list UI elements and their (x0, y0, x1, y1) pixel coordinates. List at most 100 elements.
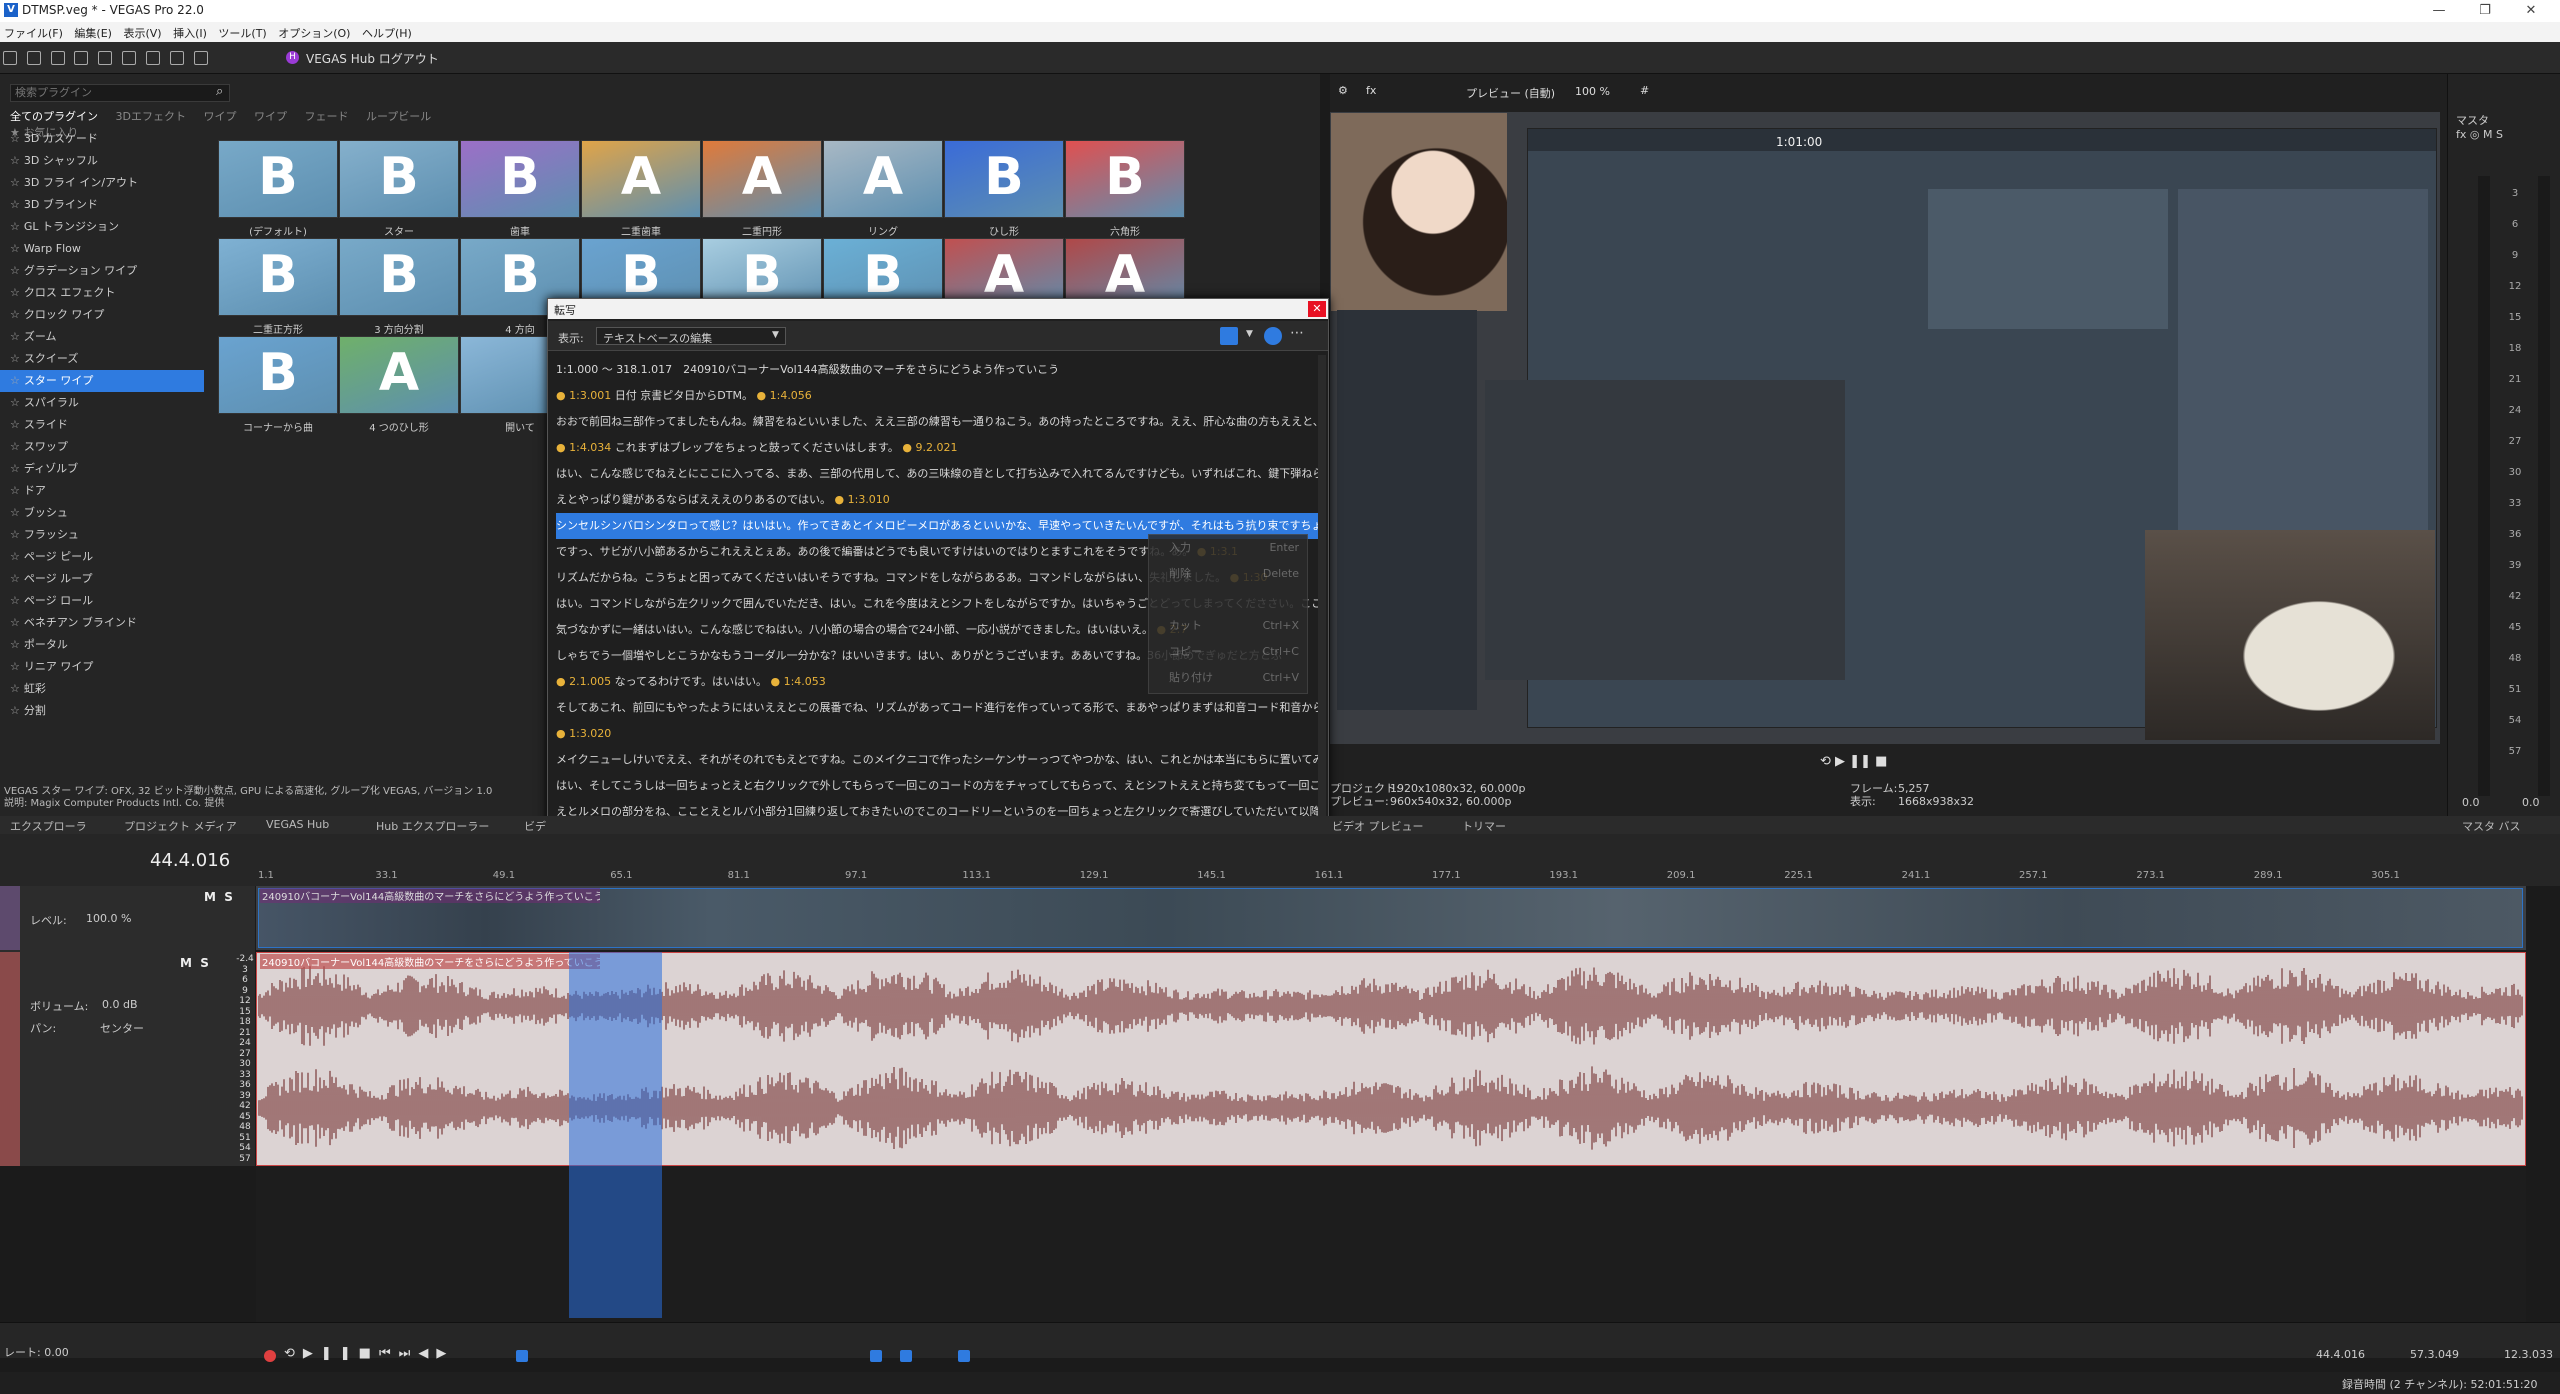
transport-buttons[interactable]: ⟲▶❚❚■⏮⏭◀▶ (284, 1346, 454, 1361)
record-icon[interactable] (264, 1350, 276, 1362)
plugin-list-item[interactable]: ☆ リニア ワイプ (0, 656, 204, 678)
star-icon[interactable]: ☆ (10, 506, 20, 519)
plugin-list-item[interactable]: ☆ 分割 (0, 700, 204, 722)
star-icon[interactable]: ☆ (10, 286, 20, 299)
timestamp-marker[interactable]: 1:3.001 (556, 389, 611, 402)
master-fx-icon[interactable]: fx ◎ M S (2456, 128, 2503, 141)
plugin-list-item[interactable]: ☆ 3D フライ イン/アウト (0, 172, 204, 194)
preset-thumbnail[interactable]: B スター (339, 140, 459, 238)
minimize-icon[interactable]: — (2416, 0, 2462, 22)
menu-file[interactable]: ファイル(F) (0, 22, 67, 44)
transcript-line[interactable]: はい、そしてこうしは一回ちょっとえと右クリックで外してもらって一回このコードの方… (556, 773, 1320, 799)
playback-rate[interactable]: レート: 0.00 (4, 1344, 69, 1360)
dialog-close-button[interactable]: ✕ (1308, 301, 1326, 317)
star-icon[interactable]: ☆ (10, 308, 20, 321)
preset-thumbnail[interactable]: A 二重歯車 (581, 140, 701, 238)
plugin-list-item[interactable]: ☆ ブッシュ (0, 502, 204, 524)
star-icon[interactable]: ☆ (10, 616, 20, 629)
plugin-list-item[interactable]: ☆ スパイラル (0, 392, 204, 414)
transcript-line[interactable]: 1:3.001 日付 京書ピタ日からDTM。 1:4.056 (556, 383, 1320, 409)
search-icon[interactable]: ⌕ (216, 84, 223, 99)
plugin-list-item[interactable]: ☆ 3D シャッフル (0, 150, 204, 172)
snap-icon[interactable] (900, 1350, 912, 1362)
tab-master-bus[interactable]: マスタ バス (2462, 818, 2521, 834)
timestamp-marker[interactable]: 1:4.034 (556, 441, 611, 454)
video-mute-solo-buttons[interactable]: M S (204, 890, 233, 904)
zoom-select[interactable]: 100 % (1575, 85, 1610, 98)
plugin-list-item[interactable]: ☆ 3D カスケード (0, 128, 204, 150)
star-icon[interactable]: ☆ (10, 484, 20, 497)
tab-explorer[interactable]: エクスプローラ (10, 818, 87, 834)
preset-thumbnail[interactable]: A 4 つのひし形 (339, 336, 459, 434)
plugin-search-input[interactable] (10, 84, 230, 102)
timestamp-marker[interactable]: 2.1.005 (556, 675, 611, 688)
preset-thumbnail[interactable]: B 二重正方形 (218, 238, 338, 336)
tab-trimmer[interactable]: トリマー (1462, 818, 1506, 834)
auto-crossfade-icon[interactable] (958, 1350, 970, 1362)
preset-thumbnail[interactable]: B コーナーから曲 (218, 336, 338, 434)
transcript-line[interactable]: はい、こんな感じでねえとにここに入ってる、まあ、三部の代用して、あの三味線の音と… (556, 461, 1320, 487)
plugin-list-item[interactable]: ☆ スワップ (0, 436, 204, 458)
tab-video-fx[interactable]: ビデ (524, 818, 546, 834)
transcript-line[interactable]: メイクニューしけいでええ、それがそのれでもえとですね。このメイクニコで作ったシー… (556, 747, 1320, 773)
transcript-line[interactable]: そしてあこれ、前回にもやったようにはいええとこの展番でね、リズムがあってコード進… (556, 695, 1320, 721)
preset-thumbnail[interactable]: A リング (823, 140, 943, 238)
star-icon[interactable]: ☆ (10, 550, 20, 563)
stop-icon[interactable]: ■ (1875, 754, 1887, 769)
context-menu-item[interactable] (1149, 587, 1307, 613)
undo-icon[interactable] (169, 51, 184, 65)
context-menu-item[interactable]: 入力 Enter (1149, 535, 1307, 561)
tab-wipe[interactable]: ワイプ (203, 108, 236, 124)
star-icon[interactable]: ☆ (10, 572, 20, 585)
preview-settings-icon[interactable]: ⚙ (1338, 84, 1348, 97)
transcript-scrollbar[interactable] (1318, 355, 1326, 841)
timestamp-marker[interactable]: 1:3.020 (556, 727, 611, 740)
preset-thumbnail[interactable]: B 3 方向分割 (339, 238, 459, 336)
transcript-line[interactable]: おおで前回ね三部作ってましたもんね。練習をねといいました、ええ三部の練習も一通り… (556, 409, 1320, 435)
plugin-list-item[interactable]: ☆ 3D ブラインド (0, 194, 204, 216)
menu-help[interactable]: ヘルプ(H) (358, 22, 416, 44)
normal-edit-tool-icon[interactable] (516, 1350, 528, 1362)
star-icon[interactable]: ☆ (10, 594, 20, 607)
audio-mute-solo-buttons[interactable]: M S (180, 956, 209, 970)
save-icon[interactable] (50, 51, 65, 65)
preset-thumbnail[interactable]: B ひし形 (944, 140, 1064, 238)
ripple-edit-icon[interactable] (870, 1350, 882, 1362)
grid-icon[interactable]: # (1640, 84, 1649, 97)
star-icon[interactable]: ☆ (10, 242, 20, 255)
plugin-list-item[interactable]: ☆ ベネチアン ブラインド (0, 612, 204, 634)
plugin-list-item[interactable]: ☆ クロス エフェクト (0, 282, 204, 304)
vegas-hub-logout[interactable]: VEGAS Hub ログアウト (306, 50, 439, 67)
time-selection[interactable] (569, 952, 662, 1318)
timestamp-marker[interactable]: 1:4.053 (770, 675, 825, 688)
star-icon[interactable]: ☆ (10, 638, 20, 651)
timestamp-icon[interactable] (1264, 327, 1282, 345)
tab-fade[interactable]: フェード (304, 108, 348, 124)
preset-thumbnail[interactable]: A 二重円形 (702, 140, 822, 238)
plugin-list-item[interactable]: ☆ Warp Flow (0, 238, 204, 260)
cut-icon[interactable] (122, 51, 137, 65)
tab-wipe-2[interactable]: ワイプ (254, 108, 287, 124)
fx-icon[interactable]: fx (1366, 84, 1376, 97)
star-icon[interactable]: ☆ (10, 132, 20, 145)
preset-thumbnail[interactable]: B (デフォルト) (218, 140, 338, 238)
star-icon[interactable]: ☆ (10, 682, 20, 695)
context-menu-item[interactable]: カット Ctrl+X (1149, 613, 1307, 639)
timestamp-marker[interactable]: 1:4.056 (757, 389, 812, 402)
text-edit-icon[interactable] (1220, 327, 1238, 345)
plugin-list-item[interactable]: ☆ ページ ピール (0, 546, 204, 568)
plugin-list-item[interactable]: ☆ グラデーション ワイプ (0, 260, 204, 282)
pause-icon[interactable]: ❚❚ (1849, 754, 1871, 769)
display-mode-select[interactable]: テキストベースの編集 (596, 327, 786, 345)
settings-icon[interactable] (98, 51, 113, 65)
plugin-list-item[interactable]: ☆ ディゾルブ (0, 458, 204, 480)
copy-icon[interactable] (145, 51, 160, 65)
close-icon[interactable]: ✕ (2508, 0, 2554, 22)
audio-track-number[interactable] (0, 952, 20, 1166)
star-icon[interactable]: ☆ (10, 660, 20, 673)
tab-loop[interactable]: ループビール (366, 108, 431, 124)
menu-edit[interactable]: 編集(E) (70, 22, 116, 44)
plugin-list-item[interactable]: ☆ ポータル (0, 634, 204, 656)
volume-value[interactable]: 0.0 dB (102, 998, 138, 1011)
options-chevron-icon[interactable]: ▼ (1246, 329, 1253, 339)
